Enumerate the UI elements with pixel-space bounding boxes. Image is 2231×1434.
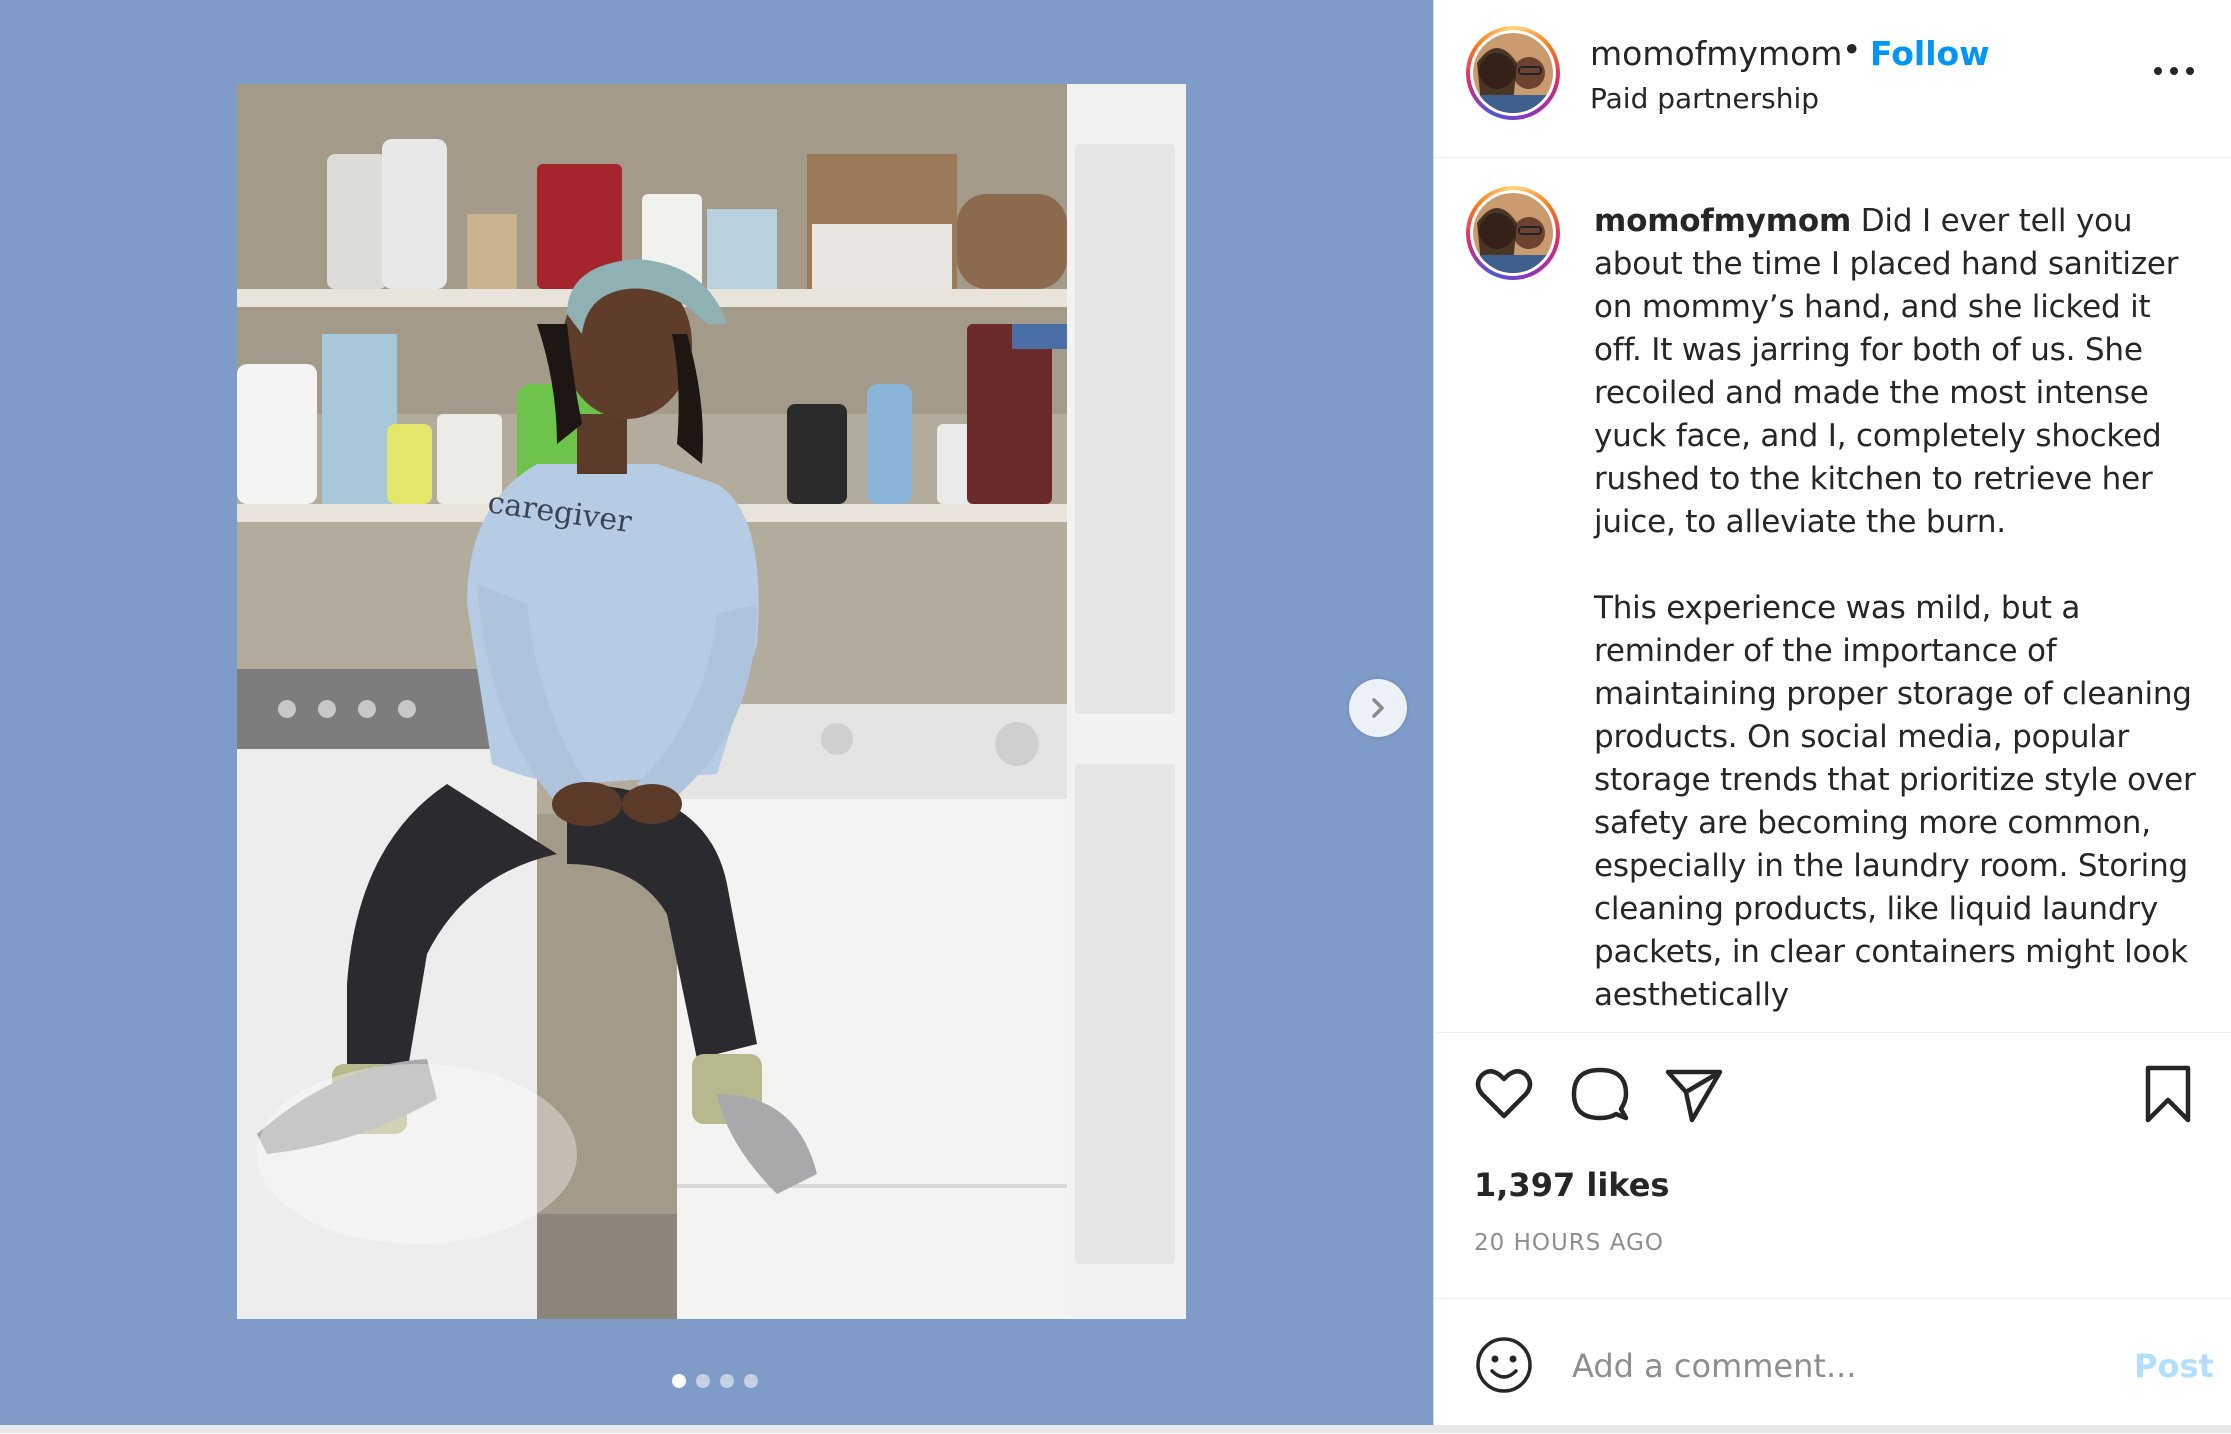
horizontal-scrollbar[interactable] xyxy=(0,1425,2231,1433)
caption-paragraph: This experience was mild, but a reminder… xyxy=(1594,590,2206,1013)
avatar[interactable] xyxy=(1466,186,1560,280)
emoji-button[interactable] xyxy=(1474,1335,1534,1395)
avatar[interactable] xyxy=(1466,26,1560,120)
author-username[interactable]: momofmymom xyxy=(1590,34,1842,73)
next-slide-button[interactable] xyxy=(1349,679,1407,737)
post-header: momofmymom • Follow Paid partnership xyxy=(1434,0,2231,158)
like-count[interactable]: 1,397 likes xyxy=(1474,1166,1669,1204)
emoji-icon xyxy=(1476,1337,1532,1393)
share-button[interactable] xyxy=(1662,1062,1726,1128)
post-photo[interactable]: caregiver xyxy=(237,84,1186,1319)
caption: momofmymom Did I ever tell you about the… xyxy=(1594,200,2206,1017)
bookmark-icon xyxy=(2145,1065,2191,1123)
share-icon xyxy=(1665,1069,1723,1123)
like-button[interactable] xyxy=(1472,1062,1536,1128)
action-bar xyxy=(1434,1062,2231,1132)
follow-button[interactable]: Follow xyxy=(1870,34,1990,73)
separator-dot: • xyxy=(1842,30,1862,69)
post-comment-button[interactable]: Post xyxy=(2134,1347,2214,1385)
comment-button[interactable] xyxy=(1568,1062,1632,1128)
carousel-dot xyxy=(672,1374,686,1388)
carousel-dot xyxy=(720,1374,734,1388)
carousel-dot xyxy=(744,1374,758,1388)
comment-bar: Post xyxy=(1434,1298,2231,1434)
carousel-dot xyxy=(696,1374,710,1388)
caption-username[interactable]: momofmymom xyxy=(1594,203,1851,239)
avatar-image xyxy=(1473,193,1553,273)
caption-area: momofmymom Did I ever tell you about the… xyxy=(1434,158,2231,1033)
media-pane: caregiver xyxy=(0,0,1433,1433)
comment-icon xyxy=(1571,1067,1629,1121)
paid-partnership-label[interactable]: Paid partnership xyxy=(1590,82,1819,115)
more-icon xyxy=(2154,67,2194,75)
save-button[interactable] xyxy=(2136,1062,2200,1128)
avatar-image xyxy=(1473,33,1553,113)
heart-icon xyxy=(1475,1069,1533,1119)
carousel-indicator xyxy=(672,1374,758,1388)
post-sidebar: momofmymom • Follow Paid partnership mom… xyxy=(1433,0,2231,1433)
laundry-room-photo: caregiver xyxy=(237,84,1186,1319)
caption-paragraph: Did I ever tell you about the time I pla… xyxy=(1594,203,2188,540)
more-options-button[interactable] xyxy=(2148,56,2200,86)
chevron-right-icon xyxy=(1372,698,1384,718)
comment-input[interactable] xyxy=(1570,1335,2094,1397)
post-timestamp[interactable]: 20 HOURS AGO xyxy=(1474,1230,1664,1256)
